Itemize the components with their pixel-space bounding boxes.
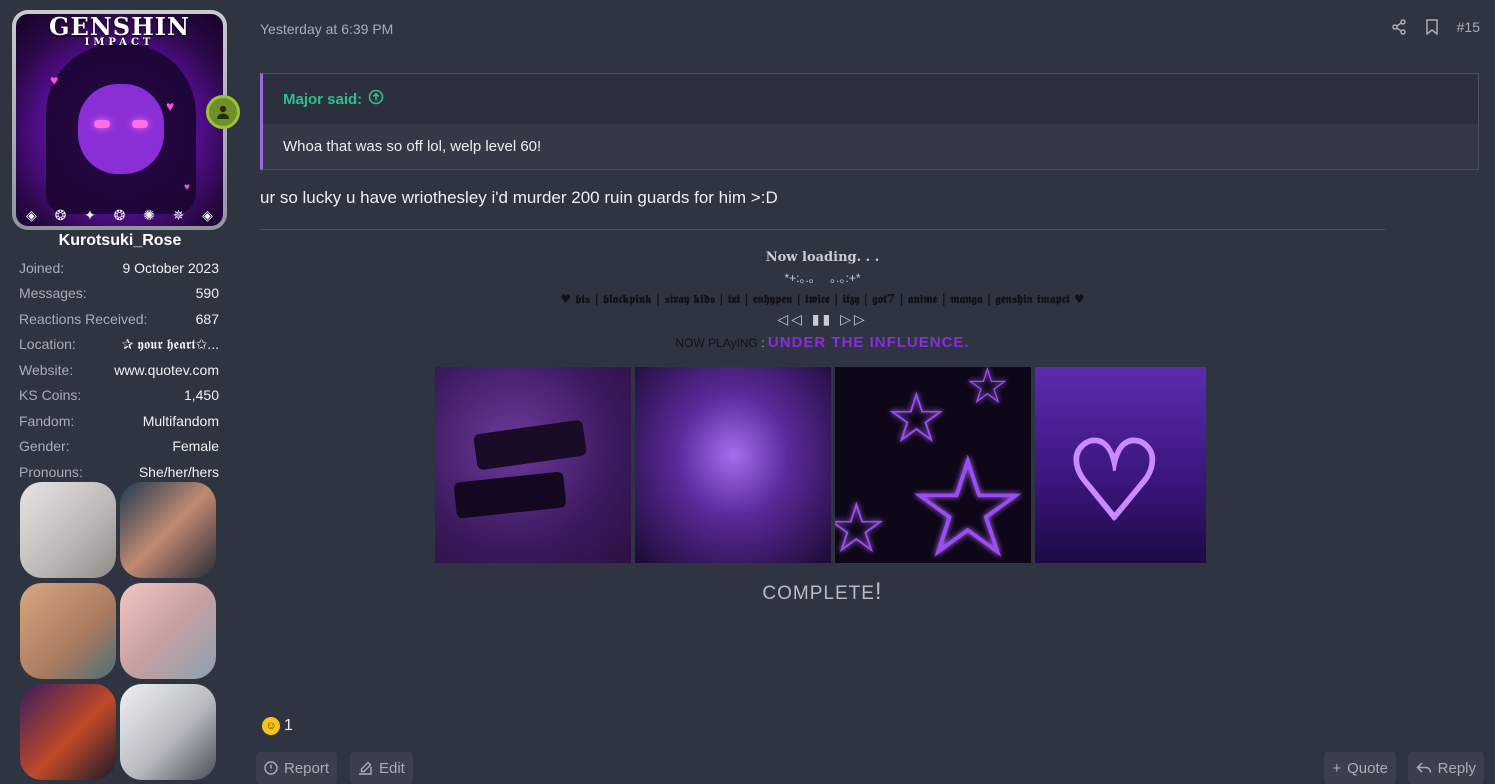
info-row-joined: Joined: 9 October 2023 — [19, 259, 219, 276]
post-timestamp[interactable]: Yesterday at 6:39 PM — [260, 21, 393, 37]
sig-image-gun — [435, 367, 631, 563]
arrow-up-circle-icon[interactable] — [368, 89, 384, 109]
sig-image-concert — [635, 367, 831, 563]
sig-sparkle: *+:｡.｡ ｡.｡:+* — [784, 271, 861, 285]
signature-divider — [260, 229, 1385, 230]
sig-player-controls: ◁◁ ▮▮ ▷▷ — [777, 311, 868, 327]
sig-fandoms: ♥ 𝖇𝖙𝖘 | 𝖇𝖑𝖆𝖈𝖐𝖕𝖎𝖓𝖐 | 𝖘𝖙𝖗𝖆𝖞 𝖐𝖎𝖉𝖘 | 𝖙𝖝𝖙 | 𝖊… — [560, 292, 1085, 306]
gallery-image — [120, 482, 216, 578]
user-sidebar: ♥ ♥ ♥ GENSHIN IMPACT ◈ ❂ ✦ ❂ ✺ ✵ ◈ Kurotsuki_R… — [0, 0, 240, 780]
sig-image-stars: ☆ ☆ ☆ ☆ — [835, 367, 1031, 563]
sig-loading: Now loading. . . — [765, 250, 880, 265]
quote-header[interactable]: Major said: — [263, 74, 1478, 124]
info-row-gender: Gender: Female — [19, 438, 219, 455]
username[interactable]: Kurotsuki_Rose — [0, 232, 240, 250]
bookmark-icon[interactable] — [1425, 19, 1439, 35]
report-button[interactable]: Report — [256, 752, 338, 784]
signature: Now loading. . . *+:｡.｡ ｡.｡:+* ♥ 𝖇𝖙𝖘 | 𝖇… — [260, 250, 1385, 351]
post-main: Yesterday at 6:39 PM #15 Major said: Who… — [243, 0, 1495, 784]
info-row-location: Location: ✰ 𝖞𝖔𝖚𝖗 𝖍𝖊𝖆𝖗𝖙✩... — [19, 335, 219, 353]
now-playing-label: NOW PLAyING — [675, 336, 758, 350]
gallery-image — [20, 684, 116, 780]
avatar-image: ♥ ♥ ♥ GENSHIN IMPACT ◈ ❂ ✦ ❂ ✺ ✵ ◈ — [16, 14, 223, 226]
online-status-icon — [206, 95, 240, 129]
song-title: UNDER THE INFLUENCE. — [767, 334, 970, 351]
frame-ornament: ◈ ❂ ✦ ❂ ✺ ✵ ◈ — [26, 207, 213, 223]
info-row-reactions: Reactions Received: 687 — [19, 310, 219, 327]
quote-author[interactable]: Major said: — [283, 91, 362, 108]
edit-button[interactable]: Edit — [350, 752, 413, 784]
post-body: ur so lucky u have wriothesley i'd murde… — [260, 188, 778, 207]
reaction-count[interactable]: 1 — [284, 717, 293, 735]
quote-text: Whoa that was so off lol, welp level 60! — [263, 124, 1478, 169]
post-number[interactable]: #15 — [1457, 19, 1480, 35]
gallery-image — [20, 482, 116, 578]
post-tools: #15 — [1391, 19, 1480, 35]
user-info: Joined: 9 October 2023 Messages: 590 React… — [19, 255, 219, 485]
reply-button[interactable]: Reply — [1407, 752, 1484, 784]
info-row-pronouns: Pronouns: She/her/hers — [19, 463, 219, 480]
quote-button[interactable]: + Quote — [1324, 752, 1396, 784]
profile-image-gallery — [20, 482, 220, 780]
signature-images: ☆ ☆ ☆ ☆ ♡ — [435, 367, 1206, 563]
share-icon[interactable] — [1391, 19, 1407, 35]
info-row-coins: KS Coins: 1,450 — [19, 387, 219, 404]
reply-icon — [1416, 762, 1431, 773]
sig-image-heart-building: ♡ — [1035, 367, 1206, 563]
reactions-bar[interactable]: ☺ 1 — [262, 717, 293, 735]
edit-icon — [359, 761, 372, 775]
sig-now-playing: NOW PLAyING : UNDER THE INFLUENCE. — [675, 334, 970, 351]
info-row-messages: Messages: 590 — [19, 285, 219, 302]
rofl-emoji-icon: ☺ — [262, 717, 280, 735]
game-logo: GENSHIN IMPACT — [49, 14, 190, 48]
gallery-image — [120, 684, 216, 780]
info-row-website: Website: www.quotev.com — [19, 361, 219, 378]
gallery-image — [120, 583, 216, 679]
alert-circle-icon — [264, 761, 278, 775]
user-avatar[interactable]: ♥ ♥ ♥ GENSHIN IMPACT ◈ ❂ ✦ ❂ ✺ ✵ ◈ — [12, 10, 227, 230]
website-link[interactable]: www.quotev.com — [114, 362, 219, 378]
gallery-image — [20, 583, 116, 679]
info-row-fandom: Fandom: Multifandom — [19, 412, 219, 429]
quote-block: Major said: Whoa that was so off lol, we… — [260, 73, 1479, 170]
sig-complete: COMPLETE! — [762, 578, 883, 605]
plus-icon: + — [1332, 759, 1342, 777]
